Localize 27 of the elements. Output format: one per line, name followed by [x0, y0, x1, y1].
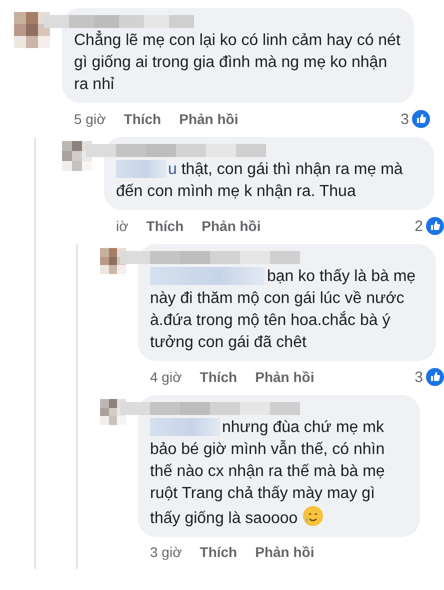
- pixelated-avatar[interactable]: [62, 141, 92, 171]
- like-icon: [426, 368, 444, 386]
- reply-link[interactable]: Phản hồi: [255, 544, 314, 560]
- comment-time: 5 giờ: [74, 111, 106, 127]
- like-link[interactable]: Thích: [146, 218, 184, 234]
- reaction-count: 2: [414, 217, 444, 235]
- smiling-tear-emoji-icon: [302, 505, 324, 527]
- reaction-count: 3: [400, 110, 430, 128]
- comment-text: Chẳng lẽ mẹ con lại ko có linh cảm hay có nét gì giống ai trong gia đình mà ng mẹ ko nhận ra nhỉ: [74, 30, 402, 95]
- reply-link[interactable]: Phản hồi: [179, 111, 238, 127]
- like-icon: [412, 110, 430, 128]
- comment-text: nhưng đùa chứ mẹ mk bảo bé giờ mình vẫn thế, có nhìn thế nào cx nhận ra thế mà bà mẹ ruột Trang chả thấy mày may gì thấy giống là saoooo: [150, 417, 386, 529]
- reply-link[interactable]: Phản hồi: [255, 369, 314, 385]
- comment-text: u thật, con gái thì nhận ra mẹ mà đến con mình mẹ k nhận ra. Thua: [116, 159, 404, 202]
- like-link[interactable]: Thích: [200, 544, 238, 560]
- comment-time: 4 giờ: [150, 369, 182, 385]
- like-link[interactable]: Thích: [124, 111, 162, 127]
- pixelated-avatar[interactable]: [14, 12, 50, 48]
- pixelated-mention: [116, 160, 166, 178]
- like-icon: [426, 217, 444, 235]
- reply-link[interactable]: Phản hồi: [202, 218, 261, 234]
- comment-text: bạn ko thấy là bà mẹ này đi thăm mộ con gái lúc về nước à.đứa trong mộ tên hoa.chắc bà ý tưởng con gái đã chêt: [150, 266, 417, 353]
- comment-time: iờ: [116, 218, 128, 234]
- comment-time: 3 giờ: [150, 544, 182, 560]
- like-link[interactable]: Thích: [200, 369, 238, 385]
- pixelated-mention: [150, 418, 220, 436]
- reaction-count: 3: [414, 368, 444, 386]
